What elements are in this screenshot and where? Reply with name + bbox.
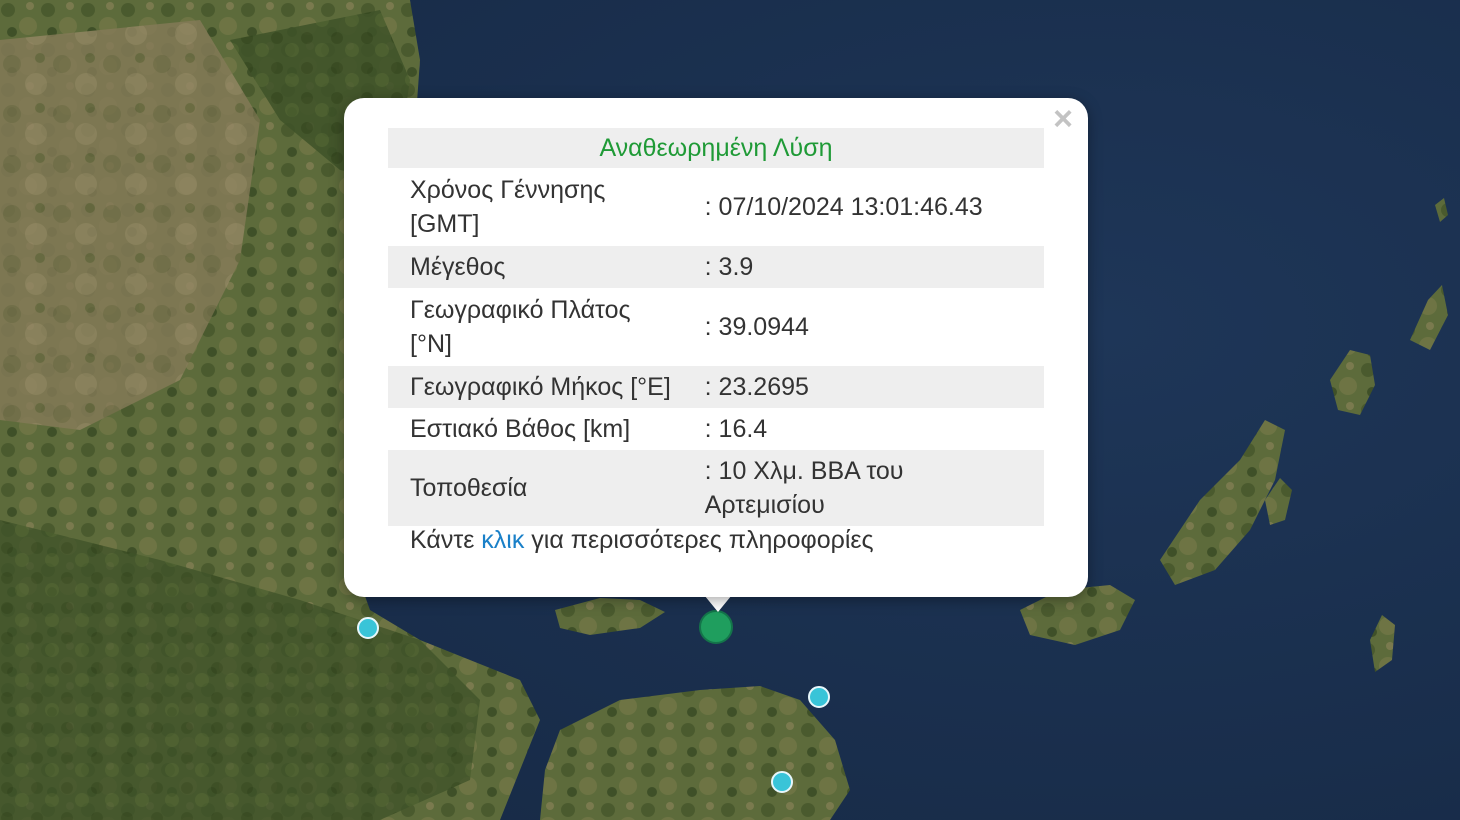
more-info-line: Κάντε κλικ για περισσότερες πληροφορίες — [410, 526, 874, 555]
depth-value: : 16.4 — [704, 415, 768, 443]
origin-time-label: Χρόνος Γέννησης [GMT] — [410, 176, 606, 238]
table-row: Τοποθεσία : 10 Χλμ. ΒΒΑ του Αρτεμισίου — [388, 450, 1044, 526]
table-row: Χρόνος Γέννησης [GMT] : 07/10/2024 13:01… — [388, 168, 1044, 246]
info-table: Αναθεωρημένη Λύση Χρόνος Γέννησης [GMT] … — [388, 128, 1044, 526]
longitude-label: Γεωγραφικό Μήκος [°E] — [388, 366, 699, 408]
location-value: : 10 Χλμ. ΒΒΑ του Αρτεμισίου — [698, 450, 1044, 526]
table-row: Αναθεωρημένη Λύση — [388, 128, 1044, 168]
location-label: Τοποθεσία — [388, 450, 699, 526]
longitude-value: : 23.2695 — [698, 366, 1044, 408]
earthquake-info-popup: × Αναθεωρημένη Λύση Χρόνος Γέννησης [GMT… — [344, 98, 1088, 597]
more-info-suffix: για περισσότερες πληροφορίες — [524, 526, 874, 554]
earthquake-marker[interactable] — [771, 771, 793, 793]
latitude-value: : 39.0944 — [704, 313, 809, 341]
earthquake-marker[interactable] — [357, 617, 379, 639]
close-icon[interactable]: × — [1048, 102, 1078, 136]
more-info-link[interactable]: κλικ — [481, 526, 524, 554]
magnitude-label: Μέγεθος — [388, 246, 699, 288]
table-row: Γεωγραφικό Πλάτος [°N] : 39.0944 — [388, 288, 1044, 366]
more-info-prefix: Κάντε — [410, 526, 482, 554]
magnitude-value: : 3.9 — [698, 246, 1044, 288]
origin-time-value: : 07/10/2024 13:01:46.43 — [704, 193, 983, 221]
latitude-label: Γεωγραφικό Πλάτος [°N] — [410, 296, 631, 358]
depth-label: Εστιακό Βάθος [km] — [410, 415, 631, 443]
table-row: Εστιακό Βάθος [km] : 16.4 — [388, 408, 1044, 450]
popup-title: Αναθεωρημένη Λύση — [388, 128, 1044, 168]
selected-earthquake-marker[interactable] — [699, 610, 733, 644]
table-row: Μέγεθος : 3.9 — [388, 246, 1044, 288]
table-row: Γεωγραφικό Μήκος [°E] : 23.2695 — [388, 366, 1044, 408]
earthquake-marker[interactable] — [808, 686, 830, 708]
